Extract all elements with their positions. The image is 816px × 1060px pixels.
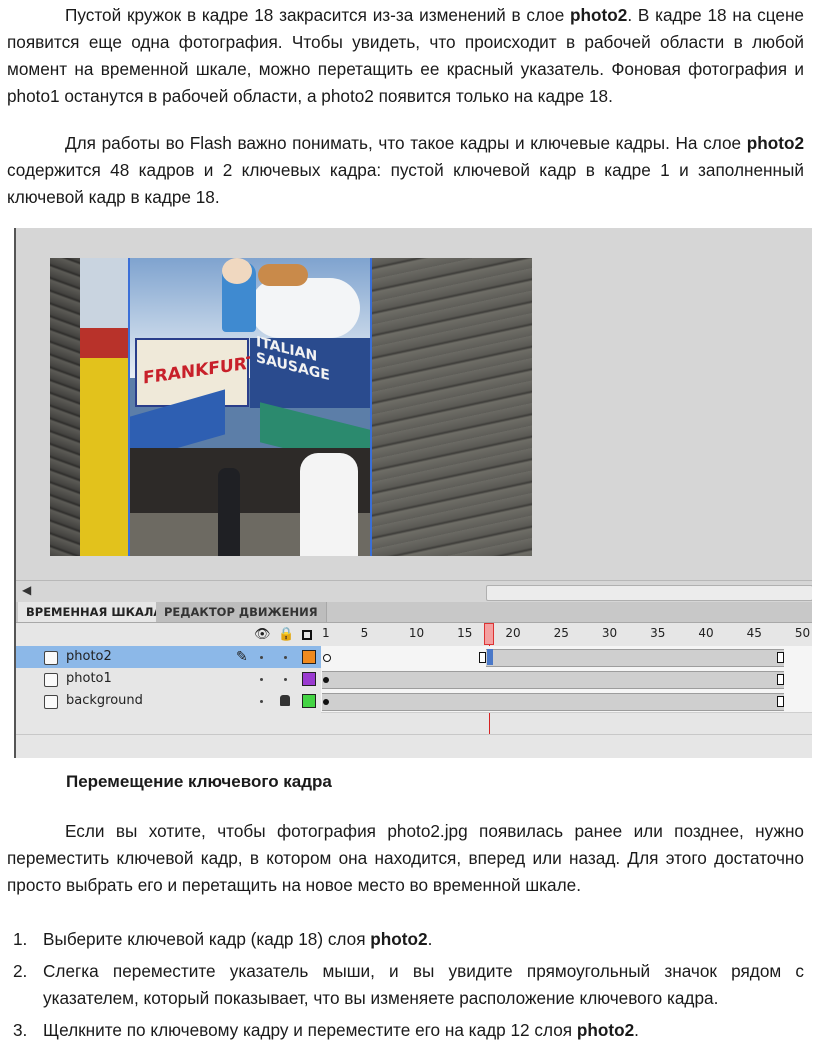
paragraph-2: Для работы во Flash важно понимать, что …	[7, 133, 804, 207]
frame-end-marker	[776, 696, 784, 707]
layer-name[interactable]: background	[66, 690, 143, 712]
photo1-image	[80, 258, 132, 556]
ruler-tick: 1	[322, 626, 330, 640]
photo-sign-right: ITALIAN SAUSAGE	[250, 334, 370, 408]
step-number: 2.	[13, 961, 28, 981]
outline-icon[interactable]	[302, 630, 312, 640]
step-item: 1. Выберите ключевой кадр (кадр 18) слоя …	[7, 926, 804, 953]
frame-span[interactable]	[322, 693, 784, 711]
step-item: 2. Слегка переместите указатель мыши, и в…	[7, 958, 804, 1012]
timeline-panel: ВРЕМЕННАЯ ШКАЛА РЕДАКТОР ДВИЖЕНИЯ 👁 🔒 15…	[16, 602, 812, 758]
paragraph-3: Если вы хотите, чтобы фотография photo2.…	[7, 821, 804, 895]
frame-end-marker	[776, 674, 784, 685]
step-layer-name: photo2	[576, 1020, 635, 1040]
frame-span[interactable]	[486, 649, 784, 667]
layer-icon	[44, 651, 58, 665]
frame-track-background[interactable]	[321, 690, 812, 713]
panel-tabs: ВРЕМЕННАЯ ШКАЛА РЕДАКТОР ДВИЖЕНИЯ	[16, 602, 812, 623]
pencil-icon: ✎	[236, 648, 248, 664]
frame-ruler[interactable]: 1 5 10 15 20 25 30 35 40 45 50	[321, 623, 812, 645]
scroll-left-icon[interactable]: ◀	[22, 583, 31, 597]
photo-sign-left: FRANKFURTERS	[135, 338, 295, 407]
scroll-thumb[interactable]	[486, 585, 812, 601]
visibility-toggle[interactable]	[260, 700, 263, 703]
layer-row-photo2[interactable]: photo2 ✎	[16, 646, 321, 668]
step-text-end: .	[634, 1020, 639, 1040]
layer-icon	[44, 695, 58, 709]
lock-toggle[interactable]	[284, 678, 287, 681]
visibility-toggle[interactable]	[260, 656, 263, 659]
ruler-tick: 5	[360, 626, 369, 640]
visibility-toggle[interactable]	[260, 678, 263, 681]
steps-list: 1. Выберите ключевой кадр (кадр 18) слоя …	[7, 926, 804, 1049]
tab-timeline[interactable]: ВРЕМЕННАЯ ШКАЛА	[18, 602, 172, 622]
frame-track-photo2[interactable]	[321, 646, 812, 669]
layer-icon	[44, 673, 58, 687]
ruler-tick: 30	[601, 626, 618, 640]
keyframe[interactable]	[323, 699, 329, 705]
ruler-tick: 35	[650, 626, 666, 640]
timeline-empty-area	[16, 734, 812, 758]
step-number: 1.	[13, 929, 28, 949]
playhead-handle[interactable]	[484, 623, 495, 645]
selected-frame[interactable]	[487, 649, 494, 665]
step-text: Слегка переместите указатель мыши, и вы …	[43, 961, 804, 1008]
frame-track-photo1[interactable]	[321, 668, 812, 691]
photo2-image[interactable]: FRANKFURTERS ITALIAN SAUSAGE	[128, 258, 372, 556]
section-heading: Перемещение ключевого кадра	[66, 772, 332, 791]
step-number: 3.	[13, 1020, 28, 1040]
layer-color-swatch[interactable]	[302, 672, 316, 686]
eye-icon[interactable]: 👁	[254, 623, 271, 645]
ruler-tick: 25	[553, 626, 569, 640]
tab-motion-editor[interactable]: РЕДАКТОР ДВИЖЕНИЯ	[156, 602, 327, 622]
layer-name[interactable]: photo1	[66, 668, 112, 690]
step-text: Выберите ключевой кадр (кадр 18) слоя	[43, 929, 371, 949]
step-text: Щелкните по ключевому кадру и переместит…	[43, 1020, 577, 1040]
ruler-tick: 10	[408, 626, 425, 640]
lock-icon[interactable]: 🔒	[278, 623, 294, 645]
layer-name[interactable]: photo2	[66, 646, 112, 668]
ruler-tick: 50	[794, 626, 811, 640]
flash-screenshot: FRANKFURTERS ITALIAN SAUSAGE ◀ ВРЕМЕННАЯ…	[14, 228, 812, 758]
step-item: 3. Щелкните по ключевому кадру и перемест…	[7, 1017, 804, 1044]
ruler-tick: 40	[698, 626, 714, 640]
ruler-tick: 45	[746, 626, 762, 640]
stage: FRANKFURTERS ITALIAN SAUSAGE	[50, 258, 532, 556]
lock-toggle[interactable]	[284, 656, 287, 659]
paragraph-1: Пустой кружок в кадре 18 закрасится из-з…	[7, 5, 804, 106]
step-layer-name: photo2	[370, 929, 428, 949]
lock-icon[interactable]	[280, 695, 290, 706]
frame-end-marker	[776, 652, 784, 663]
layer-color-swatch[interactable]	[302, 650, 316, 664]
layer-color-swatch[interactable]	[302, 694, 316, 708]
layer-row-background[interactable]: background	[16, 690, 321, 712]
frame-end-marker	[479, 652, 487, 663]
ruler-tick: 15	[457, 626, 473, 640]
frame-span[interactable]	[322, 671, 784, 689]
layer-row-photo1[interactable]: photo1	[16, 668, 321, 690]
horizontal-scrollbar[interactable]: ◀	[16, 580, 812, 603]
ruler-tick: 20	[505, 626, 521, 640]
keyframe[interactable]	[323, 677, 329, 683]
step-text-end: .	[427, 929, 433, 949]
empty-keyframe[interactable]	[323, 654, 331, 662]
